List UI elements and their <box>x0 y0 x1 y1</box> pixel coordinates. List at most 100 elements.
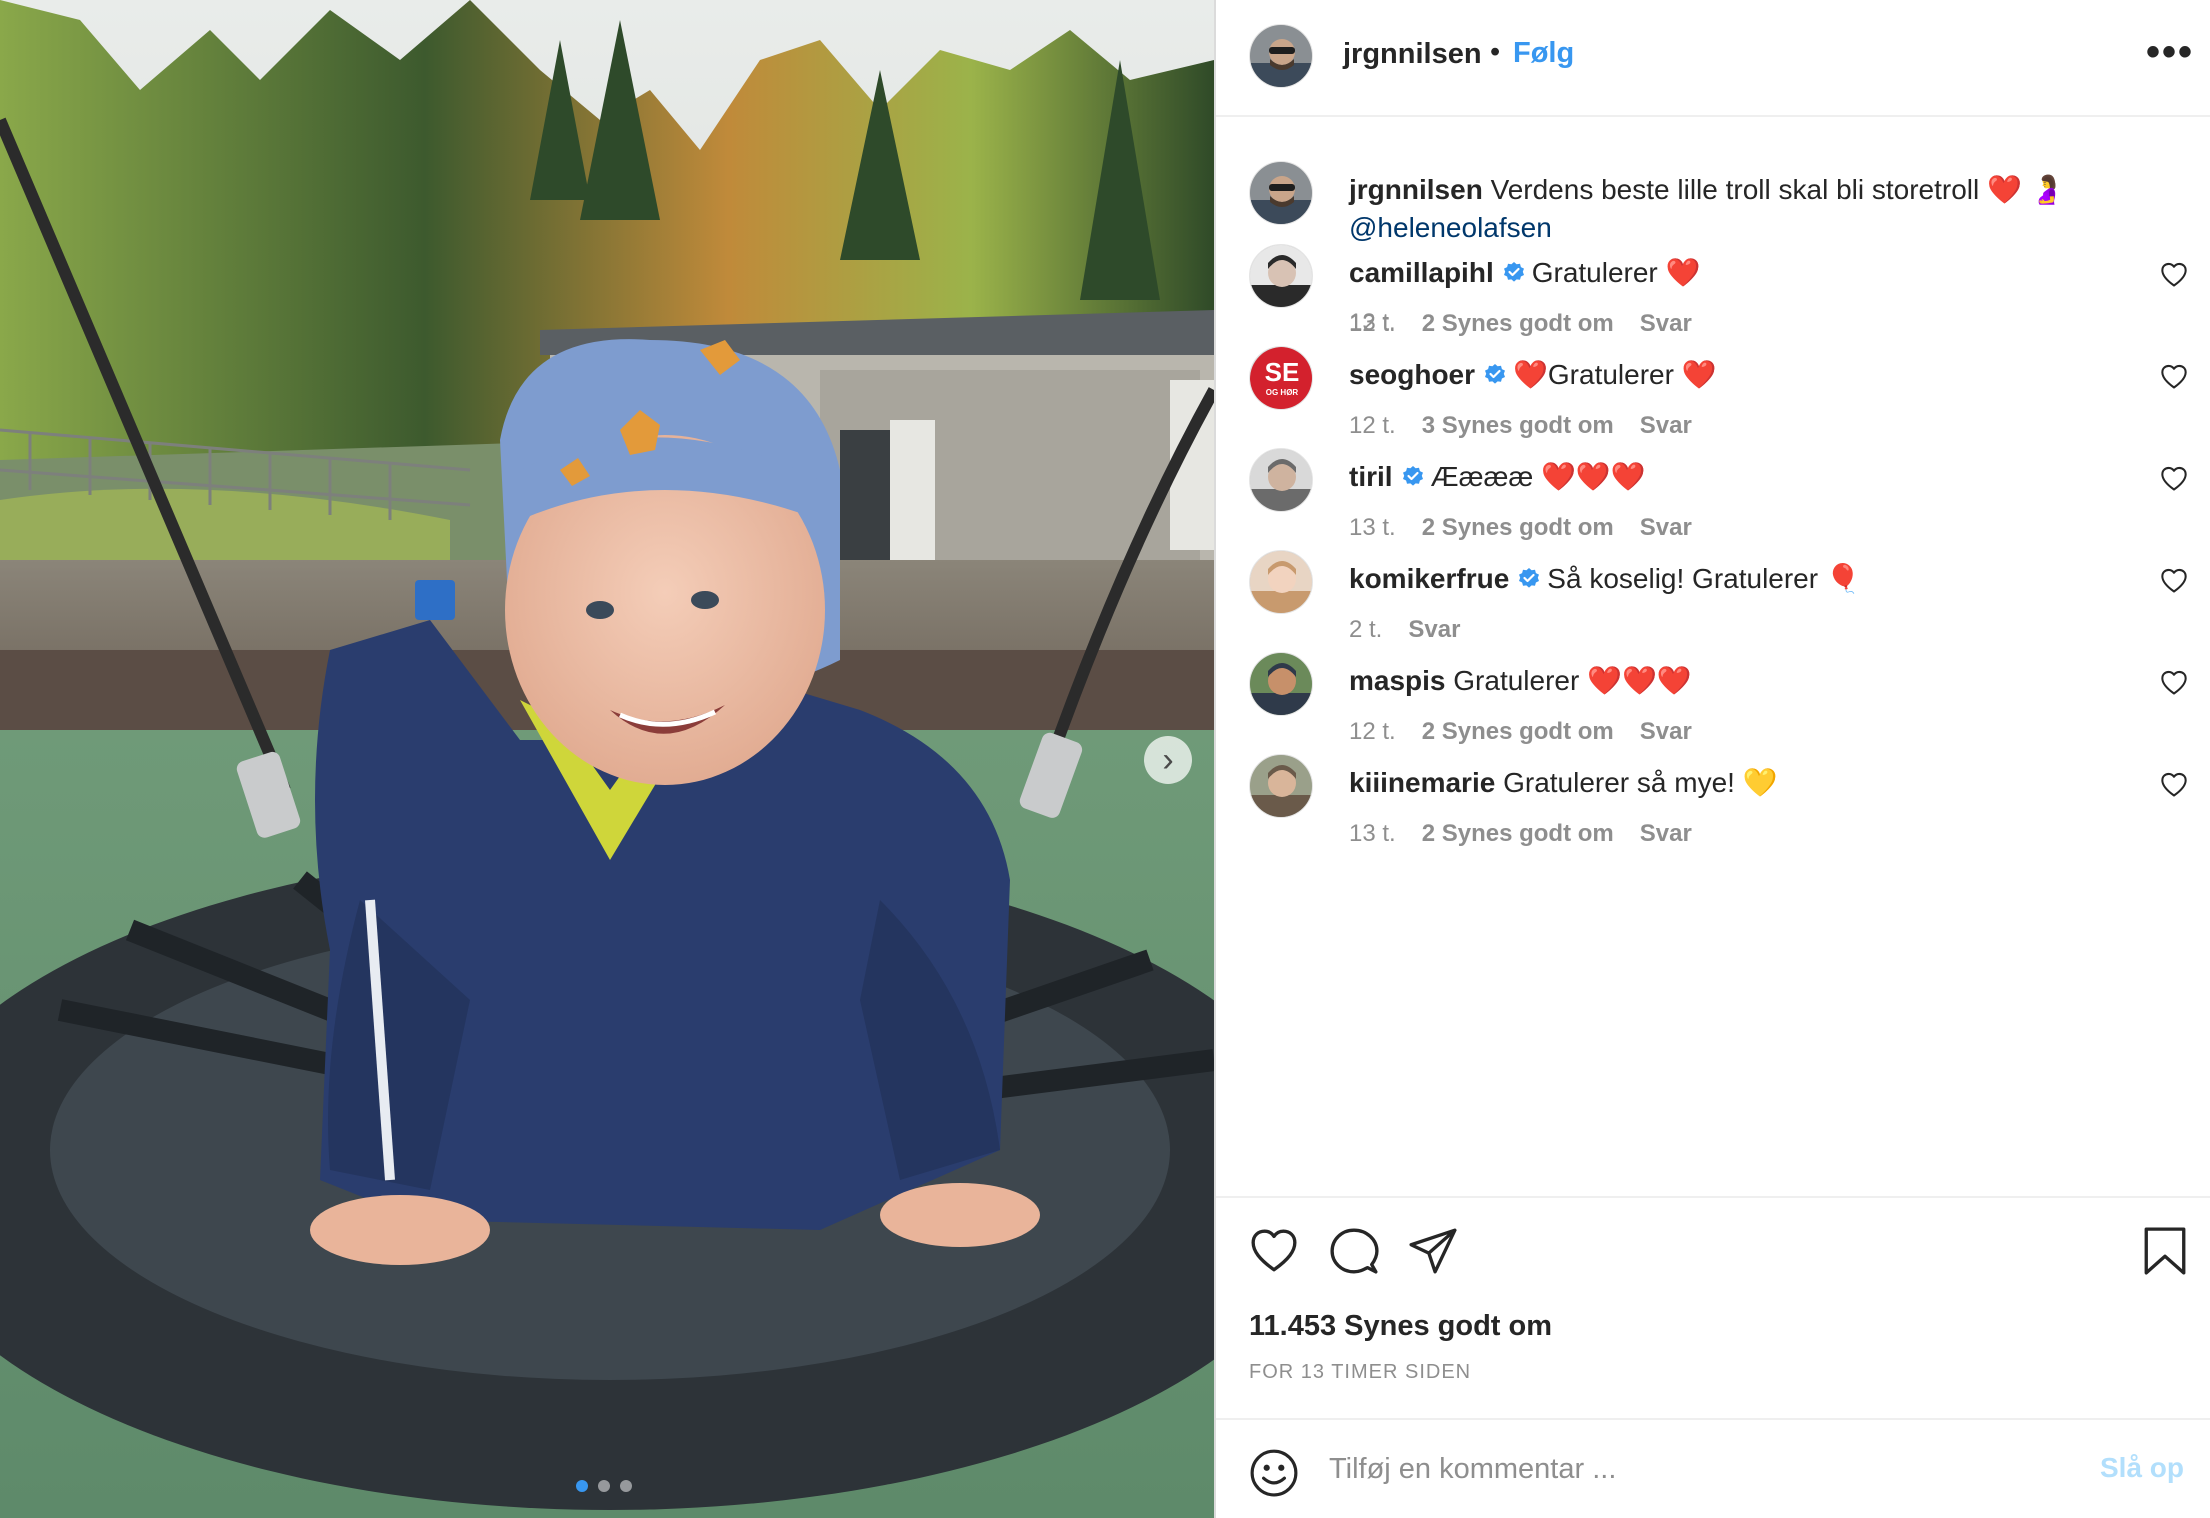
comment-input[interactable] <box>1329 1444 2029 1494</box>
carousel-dot <box>620 1480 632 1492</box>
comment-emoji: ❤️ <box>1665 257 1701 288</box>
comment-emoji-before: ❤️ <box>1513 359 1548 390</box>
comment-time[interactable]: 13 t. <box>1349 820 1396 848</box>
commenter-username[interactable]: komikerfrue <box>1349 563 1509 594</box>
author-username[interactable]: jrgnnilsen <box>1343 38 1482 71</box>
post-actions: 11.453 Synes godt om FOR 13 TIMER SIDEN <box>1216 1198 2210 1418</box>
comment-time[interactable]: 12 t. <box>1349 310 1396 338</box>
verified-badge-icon <box>1485 364 1506 384</box>
post-comment-button[interactable]: Slå op <box>2100 1452 2184 1484</box>
caption-author-avatar[interactable] <box>1249 161 1313 225</box>
comment-text: maspis Gratulerer ❤️❤️❤️ <box>1349 662 2129 700</box>
header-separator: • <box>1490 36 1501 68</box>
author-avatar-image <box>1250 25 1312 87</box>
likes-count[interactable]: 11.453 Synes godt om <box>1249 1310 1552 1343</box>
verified-badge-icon <box>1402 466 1423 486</box>
caption-body: Verdens beste lille troll skal bli store… <box>1490 174 1980 205</box>
commenter-avatar[interactable]: SE OG HØR <box>1249 346 1313 410</box>
follow-button[interactable]: Følg <box>1513 37 1574 70</box>
comment-meta: 12 t. 2 Synes godt om Svar <box>1349 718 1692 746</box>
comment-like-icon[interactable] <box>2160 567 2188 595</box>
comment-avatar-image <box>1250 755 1312 817</box>
add-comment-bar: Slå op <box>1216 1420 2210 1518</box>
comment-avatar-image <box>1250 551 1312 613</box>
comment-likes[interactable]: 2 Synes godt om <box>1422 310 1614 338</box>
emoji-picker-icon[interactable] <box>1249 1448 1299 1498</box>
reply-button[interactable]: Svar <box>1408 616 1460 644</box>
comment-body: Gratulerer <box>1547 359 1674 390</box>
post-sidebar: jrgnnilsen • Følg ••• jrgnnilsen Verdens… <box>1216 0 2210 1518</box>
comment-text: seoghoer ❤️Gratulerer ❤️ <box>1349 356 2129 394</box>
commenter-username[interactable]: tiril <box>1349 461 1393 492</box>
comment-body: Gratulerer <box>1531 257 1658 288</box>
comment-time[interactable]: 2 t. <box>1349 616 1382 644</box>
reply-button[interactable]: Svar <box>1640 820 1692 848</box>
comment-likes[interactable]: 2 Synes godt om <box>1422 718 1614 746</box>
comment-avatar-image <box>1250 653 1312 715</box>
comment-avatar-image <box>1250 449 1312 511</box>
caption-mention[interactable]: @heleneolafsen <box>1349 212 1552 243</box>
comment-emoji: ❤️❤️❤️ <box>1541 461 1646 492</box>
comment-text: camillapihl Gratulerer ❤️ <box>1349 254 2129 292</box>
comment-likes[interactable]: 2 Synes godt om <box>1422 514 1614 542</box>
comment-icon[interactable] <box>1329 1226 1379 1276</box>
comment-likes[interactable]: 3 Synes godt om <box>1422 412 1614 440</box>
comment-body: Gratulerer <box>1453 665 1580 696</box>
carousel-dot <box>598 1480 610 1492</box>
caption-avatar-image <box>1250 162 1312 224</box>
comment-meta: 12 t. 3 Synes godt om Svar <box>1349 412 1692 440</box>
commenter-avatar[interactable] <box>1249 754 1313 818</box>
svg-text:OG HØR: OG HØR <box>1266 388 1299 397</box>
comment-like-icon[interactable] <box>2160 363 2188 391</box>
author-avatar[interactable] <box>1249 24 1313 88</box>
commenter-username[interactable]: kiiinemarie <box>1349 767 1495 798</box>
comment-emoji: 🎈 <box>1825 563 1861 594</box>
comment-emoji: 💛 <box>1742 767 1778 798</box>
share-icon[interactable] <box>1408 1226 1458 1276</box>
comment-time[interactable]: 12 t. <box>1349 718 1396 746</box>
reply-button[interactable]: Svar <box>1640 718 1692 746</box>
comment-like-icon[interactable] <box>2160 261 2188 289</box>
caption-emoji: ❤️ 🤰 <box>1987 174 2065 205</box>
commenter-username[interactable]: maspis <box>1349 665 1446 696</box>
reply-button[interactable]: Svar <box>1640 412 1692 440</box>
comment-text: komikerfrue Så koselig! Gratulerer 🎈 <box>1349 560 2129 598</box>
comments-list[interactable]: jrgnnilsen Verdens beste lille troll ska… <box>1216 119 2210 1197</box>
commenter-username[interactable]: camillapihl <box>1349 257 1494 288</box>
carousel-next-button[interactable]: › <box>1144 736 1192 784</box>
comment-like-icon[interactable] <box>2160 771 2188 799</box>
more-options-icon[interactable]: ••• <box>2146 30 2194 75</box>
like-icon[interactable] <box>1249 1226 1299 1276</box>
commenter-avatar[interactable] <box>1249 448 1313 512</box>
comment-body: Ææææ <box>1430 461 1534 492</box>
svg-text:SE: SE <box>1265 357 1300 387</box>
comment-body: Gratulerer så mye! <box>1503 767 1735 798</box>
reply-button[interactable]: Svar <box>1640 514 1692 542</box>
post-photo[interactable]: › <box>0 0 1214 1518</box>
comment-text: kiiinemarie Gratulerer så mye! 💛 <box>1349 764 2129 802</box>
commenter-avatar[interactable] <box>1249 550 1313 614</box>
comment-likes[interactable]: 2 Synes godt om <box>1422 820 1614 848</box>
reply-button[interactable]: Svar <box>1640 310 1692 338</box>
comment-meta: 2 t. Svar <box>1349 616 1460 644</box>
commenter-avatar[interactable] <box>1249 652 1313 716</box>
chevron-right-icon: › <box>1162 741 1174 779</box>
commenter-avatar[interactable] <box>1249 244 1313 308</box>
verified-badge-icon <box>1519 568 1540 588</box>
comment-time[interactable]: 13 t. <box>1349 514 1396 542</box>
comment-meta: 13 t. 2 Synes godt om Svar <box>1349 514 1692 542</box>
caption-text: jrgnnilsen Verdens beste lille troll ska… <box>1349 171 2129 247</box>
post-timestamp: FOR 13 TIMER SIDEN <box>1249 1361 1472 1383</box>
caption-username[interactable]: jrgnnilsen <box>1349 174 1483 205</box>
comment-avatar-image: SEOG HØR <box>1250 347 1312 409</box>
comment-time[interactable]: 12 t. <box>1349 412 1396 440</box>
commenter-username[interactable]: seoghoer <box>1349 359 1475 390</box>
comment-meta: 13 t. 2 Synes godt om Svar <box>1349 820 1692 848</box>
comment-meta: 12 t. 2 Synes godt om Svar <box>1349 310 1692 338</box>
post-header: jrgnnilsen • Følg ••• <box>1216 0 2210 117</box>
comment-like-icon[interactable] <box>2160 669 2188 697</box>
comment-emoji: ❤️ <box>1681 359 1717 390</box>
bookmark-icon[interactable] <box>2140 1226 2190 1276</box>
photo-image <box>0 0 1214 1518</box>
comment-like-icon[interactable] <box>2160 465 2188 493</box>
